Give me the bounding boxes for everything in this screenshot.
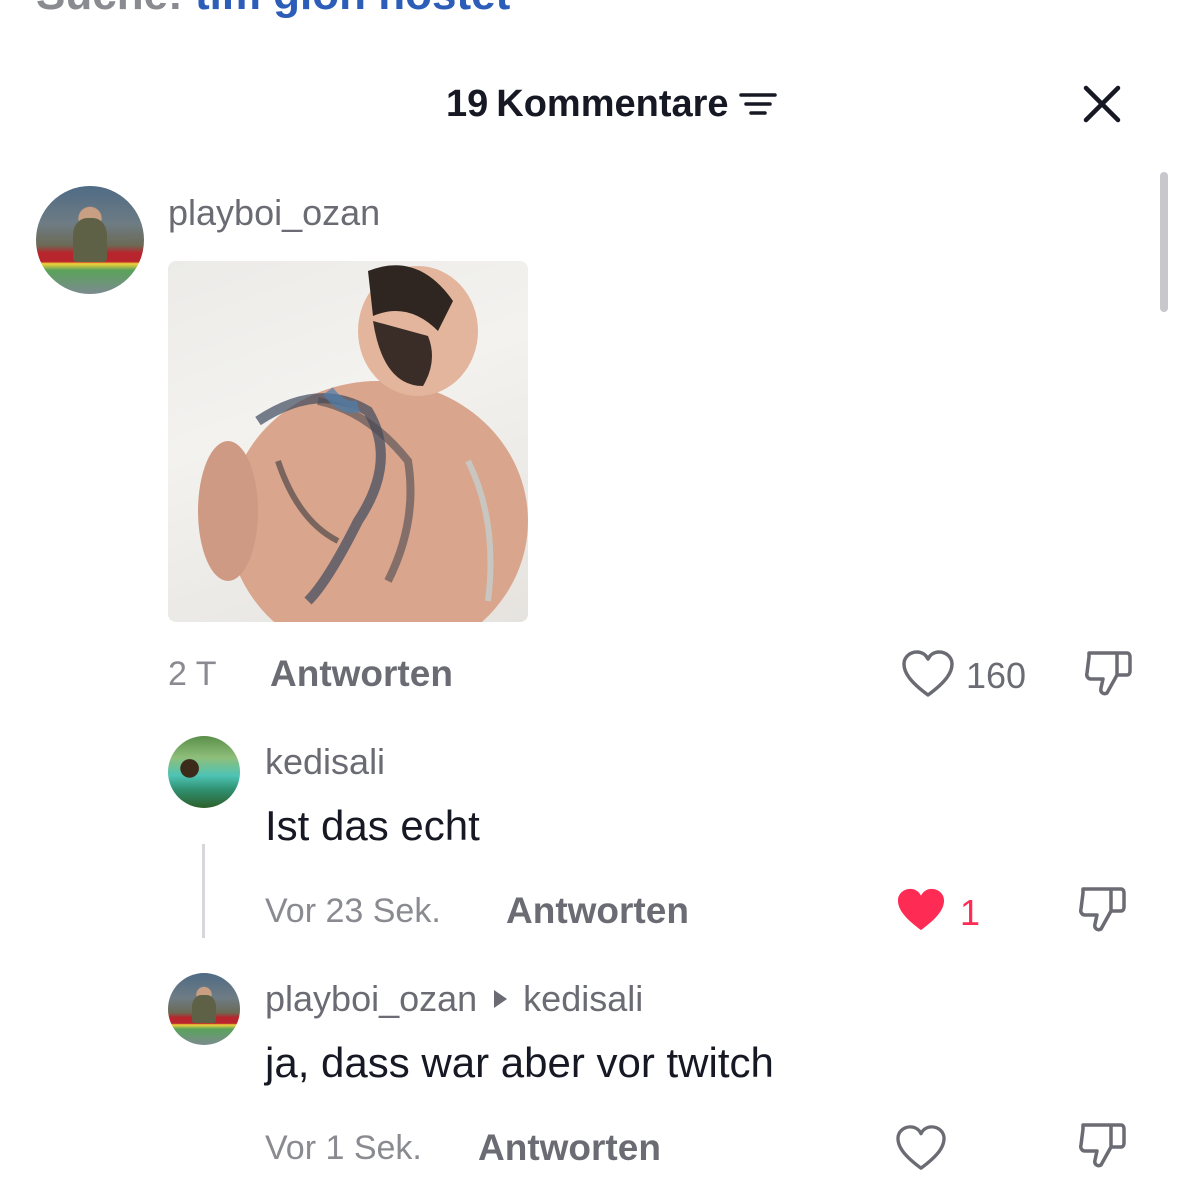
avatar[interactable] bbox=[168, 973, 240, 1045]
comment-username[interactable]: playboi_ozan bbox=[168, 192, 380, 234]
dislike-button[interactable] bbox=[1078, 646, 1138, 702]
reply-button[interactable]: Antworten bbox=[478, 1127, 661, 1169]
search-suggestion[interactable]: Suche: tim gion ñostet bbox=[36, 0, 510, 20]
comment-time: 2 T bbox=[168, 655, 217, 693]
thumbs-down-icon bbox=[1079, 887, 1126, 932]
close-icon bbox=[1083, 85, 1121, 123]
comment-time: Vor 1 Sek. bbox=[265, 1129, 422, 1167]
reply-username-line: playboi_ozan kedisali bbox=[265, 978, 643, 1020]
close-button[interactable] bbox=[1076, 78, 1128, 130]
like-button[interactable] bbox=[893, 884, 949, 936]
reply-to-username[interactable]: kedisali bbox=[523, 978, 643, 1020]
avatar[interactable] bbox=[168, 736, 240, 808]
reply-to-arrow-icon bbox=[494, 990, 508, 1008]
avatar[interactable] bbox=[36, 186, 144, 294]
thumbs-down-icon bbox=[1085, 651, 1132, 696]
comment-time: Vor 23 Sek. bbox=[265, 892, 441, 930]
comment-text: Ist das echt bbox=[265, 802, 480, 849]
thumbs-down-icon bbox=[1079, 1123, 1126, 1168]
comments-header: 19 Kommentare bbox=[446, 80, 779, 128]
comment-photo[interactable] bbox=[168, 261, 528, 622]
filter-icon[interactable] bbox=[737, 83, 779, 125]
comment-text: ja, dass war aber vor twitch bbox=[265, 1039, 774, 1086]
reply-button[interactable]: Antworten bbox=[506, 890, 689, 932]
like-count: 1 bbox=[960, 892, 981, 933]
scrollbar[interactable] bbox=[1160, 172, 1168, 312]
reply-button[interactable]: Antworten bbox=[270, 653, 453, 695]
comments-sheet: Suche: tim gion ñostet 19 Kommentare pla… bbox=[0, 0, 1180, 1180]
search-prefix: Suche: bbox=[36, 0, 183, 19]
dislike-button[interactable] bbox=[1072, 882, 1132, 938]
search-query-link[interactable]: tim gion ñostet bbox=[195, 0, 510, 19]
like-button[interactable] bbox=[892, 1121, 950, 1175]
comment-username[interactable]: kedisali bbox=[265, 741, 385, 783]
like-count: 160 bbox=[966, 655, 1027, 696]
like-button[interactable] bbox=[898, 646, 958, 702]
thread-line bbox=[202, 844, 205, 938]
heart-filled-icon bbox=[897, 888, 945, 931]
comments-title: Kommentare bbox=[496, 82, 729, 125]
comment-count: 19 bbox=[446, 82, 489, 125]
heart-outline-icon bbox=[902, 650, 954, 697]
comment-username[interactable]: playboi_ozan bbox=[265, 978, 477, 1020]
dislike-button[interactable] bbox=[1072, 1118, 1132, 1174]
heart-outline-icon bbox=[896, 1125, 946, 1170]
